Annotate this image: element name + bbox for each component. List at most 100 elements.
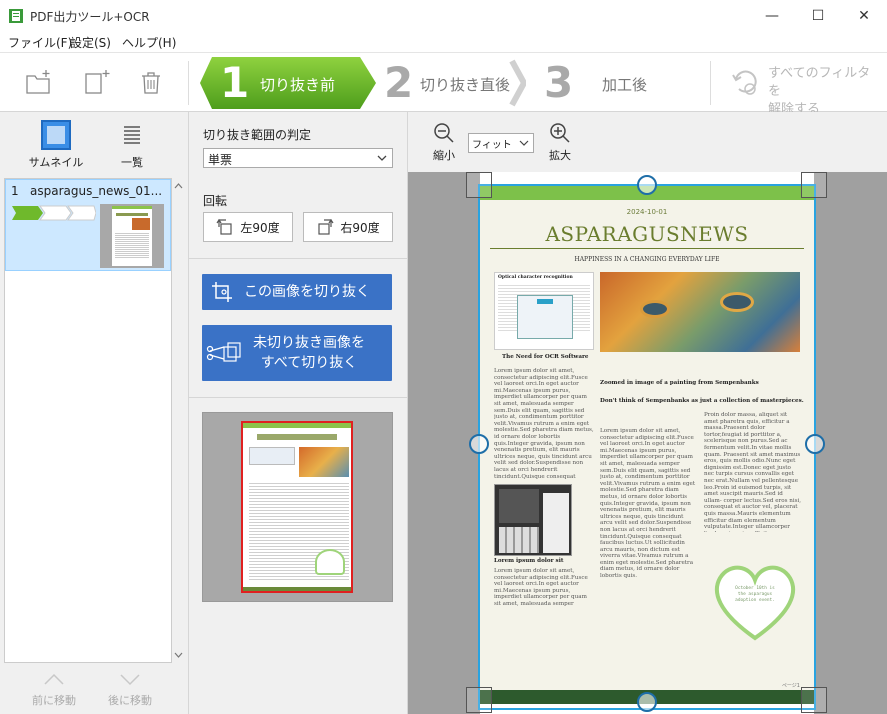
crop-range-label: 切り抜き範囲の判定: [203, 128, 312, 142]
quote-heading: Don't think of Sempenbanks as just a col…: [600, 398, 804, 404]
step-3-number: 3: [544, 58, 574, 107]
rotation-label: 回転: [203, 194, 228, 208]
move-up-label: 前に移動: [32, 694, 76, 707]
zoom-out-icon: [434, 123, 454, 143]
toolbar-divider: [188, 61, 189, 105]
crop-range-select[interactable]: 単票: [203, 148, 393, 168]
window-title: PDF出力ツール+OCR: [30, 10, 150, 24]
device-photo: [494, 484, 572, 556]
progress-steps-icon: [12, 205, 96, 221]
step-1-number: 1: [220, 58, 250, 107]
menu-file[interactable]: ファイル(F): [8, 34, 72, 51]
chevron-down-icon: [377, 155, 387, 161]
page-thumbnail-list[interactable]: 1 asparagus_news_01...: [4, 178, 172, 663]
article-column-1: Lorem ipsum dolor sit amet, consectetur …: [494, 368, 594, 480]
image-canvas[interactable]: 2024-10-01 ASPARAGUSNEWS HAPPINESS IN A …: [408, 172, 887, 714]
maximize-button[interactable]: ☐: [795, 0, 841, 31]
zoom-in-icon: [550, 123, 570, 143]
move-down-button[interactable]: 後に移動: [100, 672, 160, 710]
crop-corner-bottom-left[interactable]: [466, 687, 492, 713]
toolbar-divider: [710, 61, 711, 105]
list-label: 一覧: [121, 156, 143, 169]
thumbnail-scrollbar[interactable]: [172, 178, 185, 663]
viewer-panel: 縮小 フィット 拡大 2024-10-01 ASPARAGUSNEWS HAPP…: [408, 112, 887, 714]
step-1-label: 切り抜き前: [260, 76, 336, 94]
crop-handle-right[interactable]: [805, 434, 825, 454]
crop-this-label: この画像を切り抜く: [244, 284, 370, 300]
zoom-out-label: 縮小: [433, 149, 455, 162]
rotate-left-button[interactable]: 左90度: [203, 212, 293, 242]
trash-icon[interactable]: [136, 67, 166, 97]
list-view-button[interactable]: 一覧: [102, 120, 162, 176]
zoom-bar: 縮小 フィット 拡大: [408, 112, 887, 172]
menu-bar: ファイル(F) 設定(S) ヘルプ(H): [0, 31, 887, 53]
page-thumbnail: [100, 204, 164, 268]
step-3-tab[interactable]: 3 加工後: [536, 57, 676, 109]
crop-all-icon: [206, 342, 241, 362]
minimize-icon: —: [765, 7, 779, 24]
zoom-in-button[interactable]: 拡大: [540, 122, 580, 166]
zoom-level-select[interactable]: フィット: [468, 133, 534, 153]
crop-preview: [202, 412, 393, 602]
step-1-tab[interactable]: 1 切り抜き前: [200, 57, 376, 109]
close-icon: ✕: [858, 7, 870, 24]
step-2-tab[interactable]: 2 切り抜き直後: [376, 57, 526, 109]
chevron-up-icon: [44, 673, 64, 685]
painting-image: [600, 272, 800, 352]
menu-settings[interactable]: 設定(S): [70, 34, 111, 51]
heart-graphic: October 10th is the asparagus adoption e…: [708, 562, 802, 642]
preview-page: [241, 421, 353, 593]
menu-help[interactable]: ヘルプ(H): [122, 34, 176, 51]
rotate-left-label: 左90度: [240, 220, 280, 235]
heart-text: October 10th is the asparagus adoption e…: [735, 586, 775, 603]
crop-corner-bottom-right[interactable]: [801, 687, 827, 713]
minimize-button[interactable]: —: [749, 0, 795, 31]
crop-this-button[interactable]: この画像を切り抜く: [202, 274, 392, 310]
toolbar: 1 切り抜き前 2 切り抜き直後 3 加工後 すべてのフィルタを 解除する: [0, 53, 887, 117]
thumbnail-view-button[interactable]: サムネイル: [26, 120, 86, 176]
app-icon: [9, 9, 23, 23]
article-column-2: Lorem ipsum dolor sit amet, consectetur …: [600, 428, 696, 580]
clear-filters-button[interactable]: すべてのフィルタを 解除する: [730, 65, 880, 117]
crop-handle-bottom[interactable]: [637, 692, 657, 712]
step-2-label: 切り抜き直後: [420, 76, 511, 94]
scroll-down-icon[interactable]: [172, 648, 185, 661]
newspaper-date: 2024-10-01: [626, 208, 668, 216]
ocr-screenshot-image: Optical character recognition: [494, 272, 594, 350]
list-item[interactable]: 1 asparagus_news_01...: [5, 179, 171, 271]
ocr-heading: Optical character recognition: [498, 275, 573, 280]
filter-reset-icon: [732, 70, 757, 95]
maximize-icon: ☐: [811, 7, 825, 24]
article-column-1b: Lorem ipsum dolor sit amet, consectetur …: [494, 568, 588, 608]
section-divider: [189, 258, 408, 259]
crop-range-value: 単票: [208, 153, 233, 167]
page-filename: asparagus_news_01...: [30, 184, 163, 198]
scroll-up-icon[interactable]: [172, 180, 185, 193]
close-button[interactable]: ✕: [841, 0, 887, 31]
article-column-3: Proin dolor massa, aliquet sit amet phar…: [704, 412, 802, 532]
crop-handle-top[interactable]: [637, 175, 657, 195]
document-page: 2024-10-01 ASPARAGUSNEWS HAPPINESS IN A …: [480, 172, 814, 714]
rotate-right-button[interactable]: 右90度: [303, 212, 393, 242]
chevron-down-icon: [519, 140, 529, 146]
move-up-button[interactable]: 前に移動: [24, 672, 84, 710]
crop-corner-top-right[interactable]: [801, 172, 827, 198]
zoom-out-button[interactable]: 縮小: [424, 122, 464, 166]
painting-caption: Zoomed in image of a painting from Sempe…: [600, 380, 759, 386]
rotate-right-icon: [318, 218, 334, 235]
crop-handle-left[interactable]: [469, 434, 489, 454]
crop-all-button[interactable]: 未切り抜き画像を すべて切り抜く: [202, 325, 392, 381]
newspaper-title: ASPARAGUSNEWS: [545, 222, 749, 246]
list-icon: [124, 126, 140, 144]
rotate-left-icon: [216, 218, 232, 235]
zoom-in-label: 拡大: [549, 149, 571, 162]
crop-corner-top-left[interactable]: [466, 172, 492, 198]
crop-settings-panel: 切り抜き範囲の判定 単票 回転 左90度 右90度 この画像を切り抜く 未切り抜…: [189, 112, 408, 714]
rotate-right-label: 右90度: [340, 220, 380, 235]
move-down-label: 後に移動: [108, 694, 152, 707]
add-page-icon[interactable]: [82, 67, 112, 97]
title-bar: PDF出力ツール+OCR — ☐ ✕: [0, 0, 887, 31]
page-list-panel: サムネイル 一覧 1 asparagus_news_01... 前に移動 後に移…: [0, 112, 189, 714]
step-3-label: 加工後: [602, 76, 648, 94]
add-folder-icon[interactable]: [24, 67, 54, 97]
